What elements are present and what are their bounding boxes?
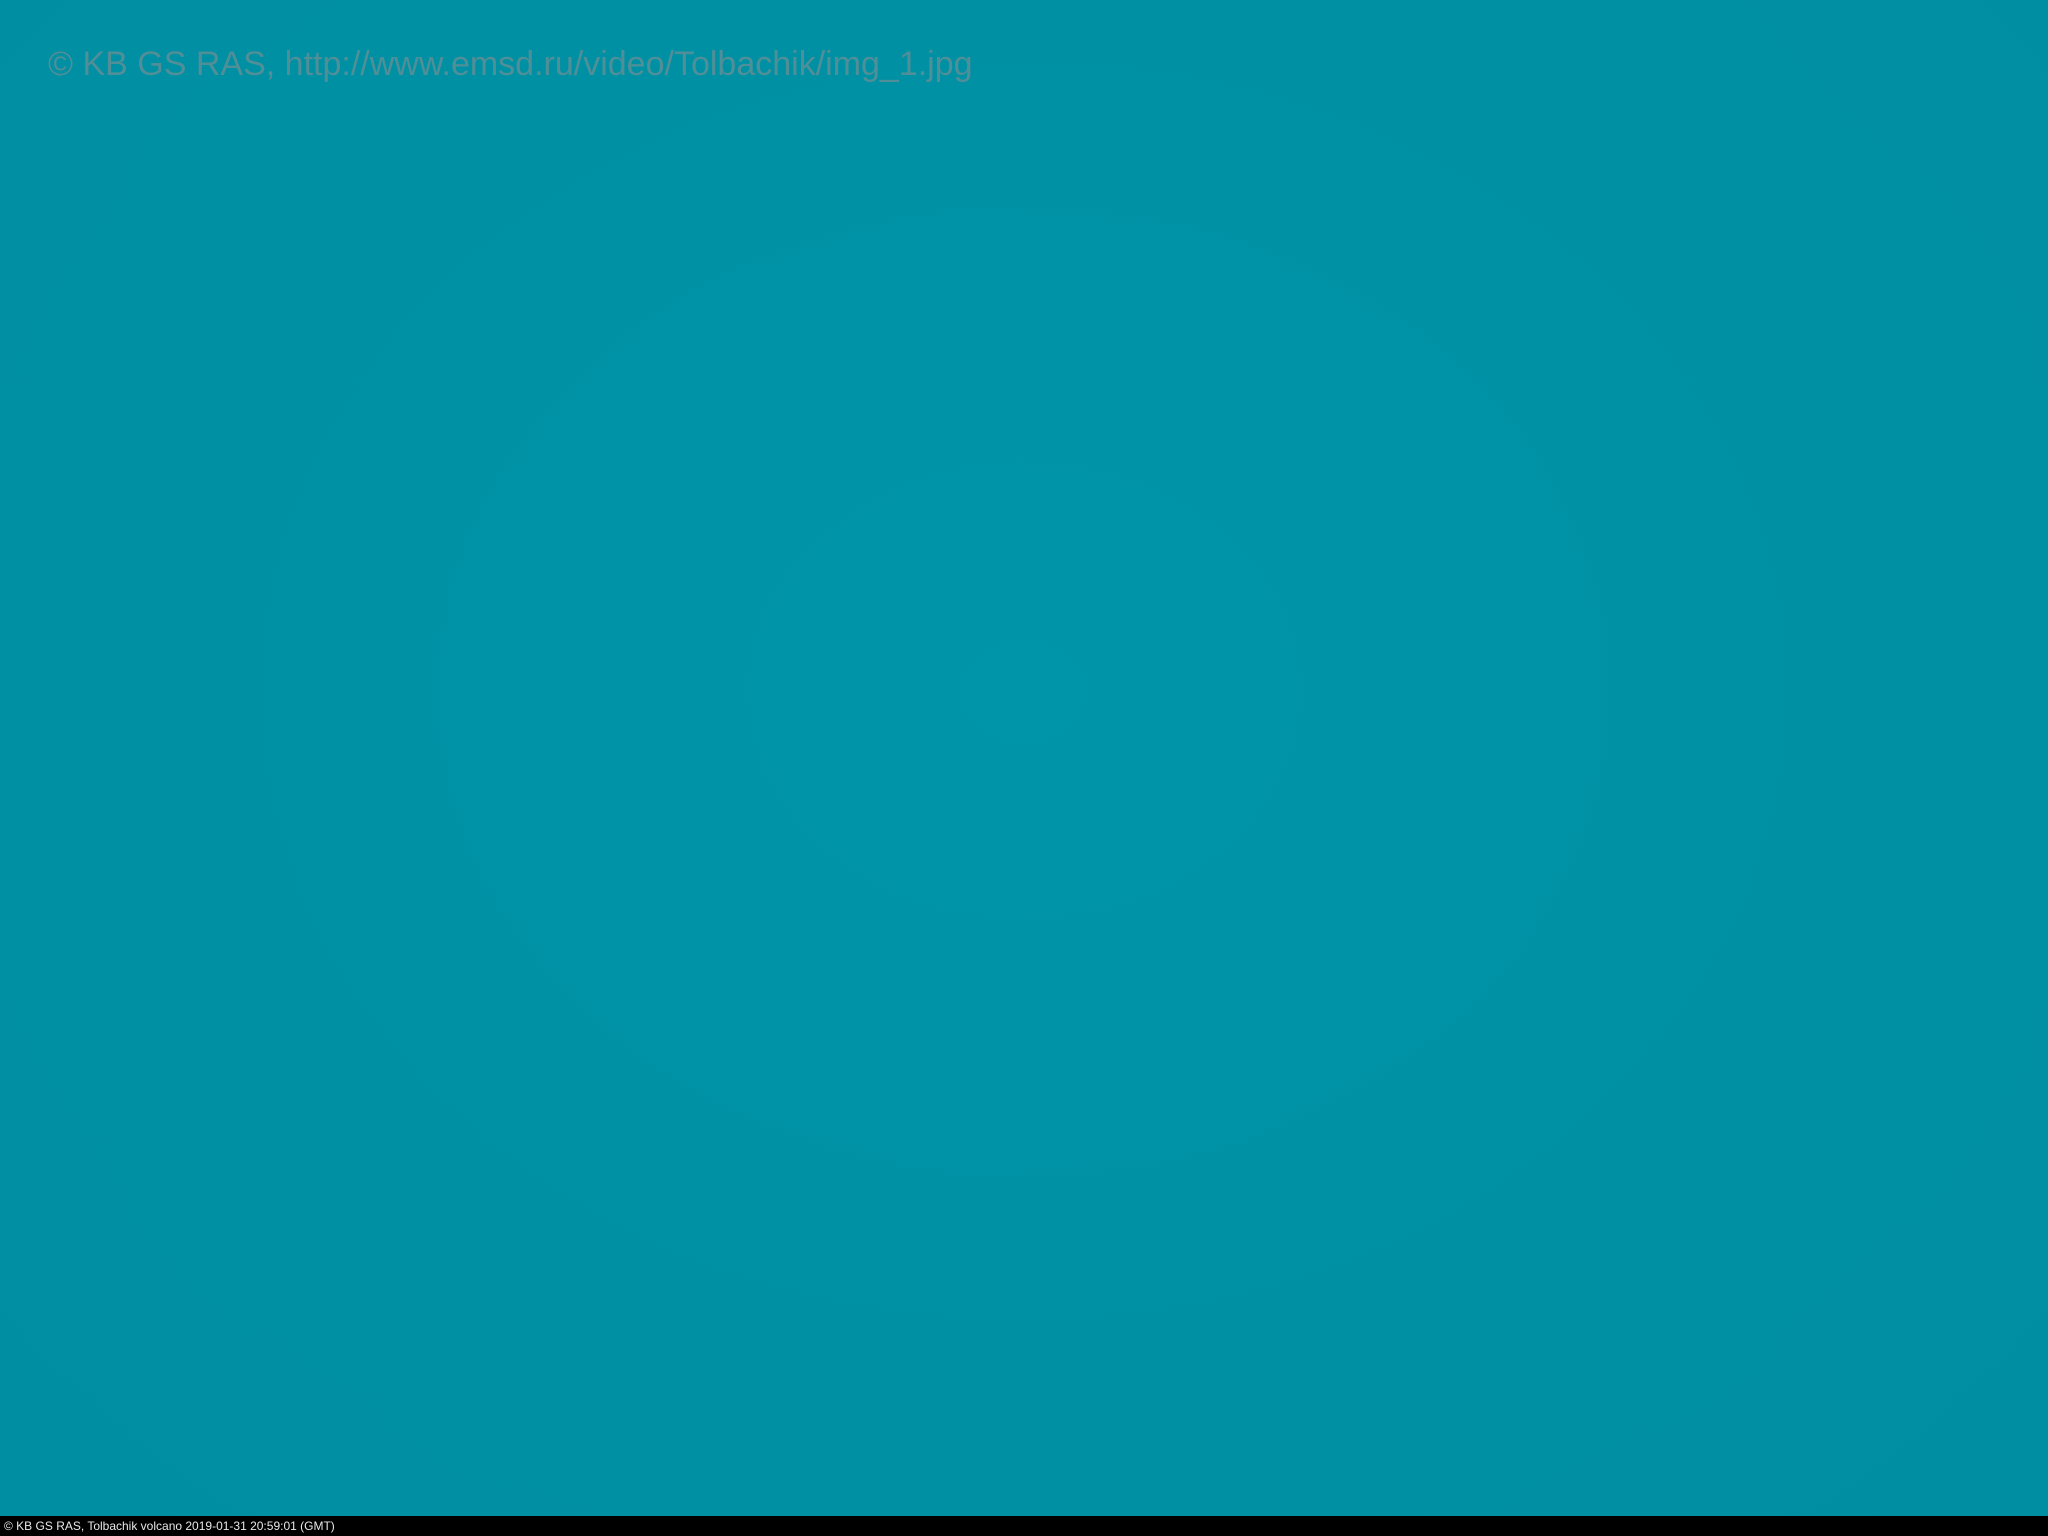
caption-bar: © KB GS RAS, Tolbachik volcano 2019-01-3… [0,1516,2048,1536]
caption-text: © KB GS RAS, Tolbachik volcano 2019-01-3… [4,1519,335,1533]
webcam-frame: © KB GS RAS, http://www.emsd.ru/video/To… [0,0,2048,1536]
copyright-watermark: © KB GS RAS, http://www.emsd.ru/video/To… [48,45,973,83]
sky-area [0,0,2048,1516]
